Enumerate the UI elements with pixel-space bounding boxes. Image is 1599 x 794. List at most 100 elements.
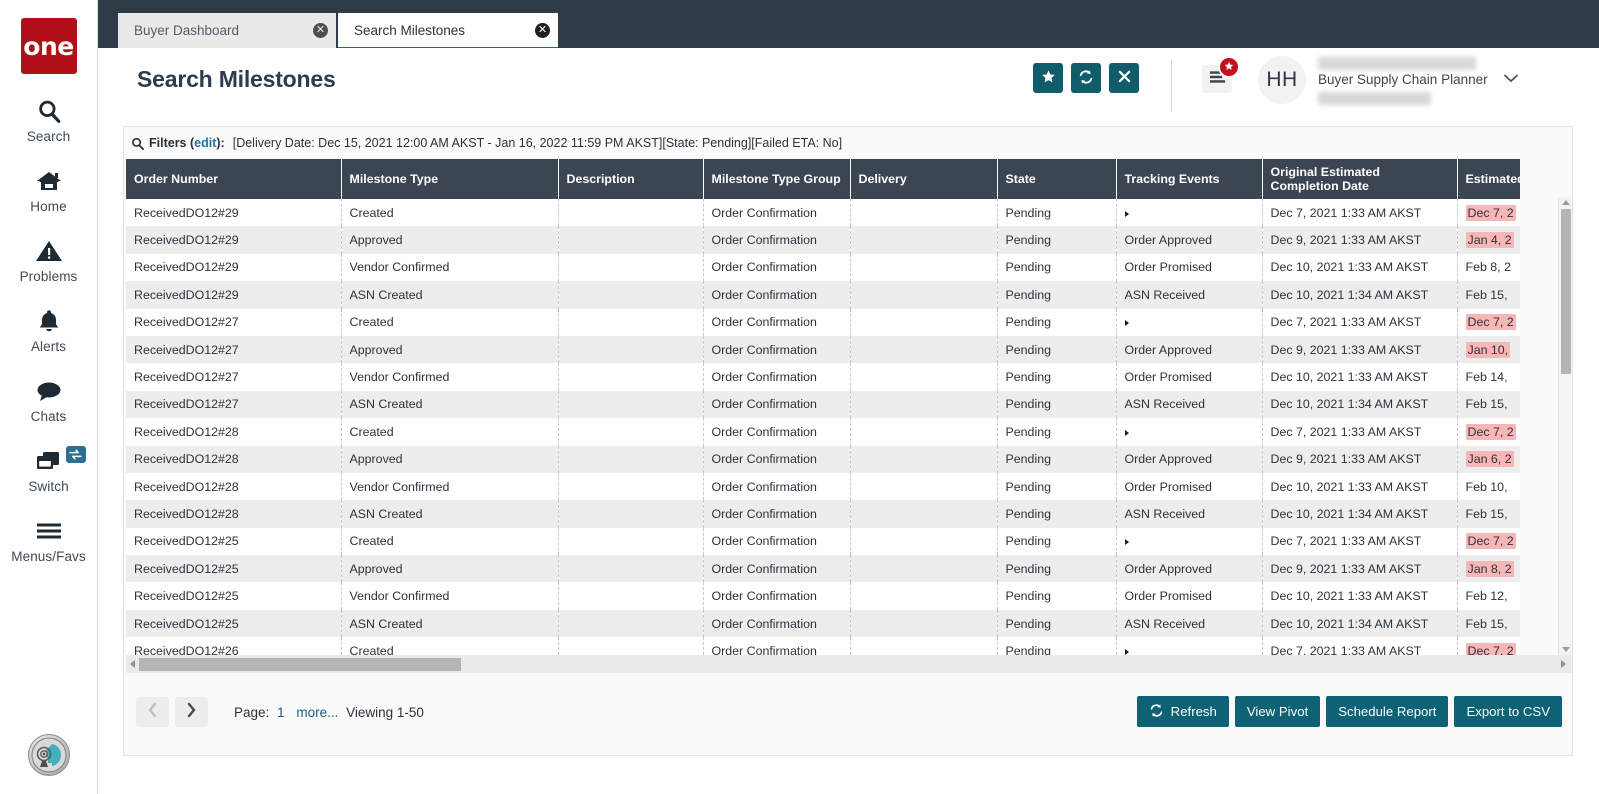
cell-order_number[interactable]: ReceivedDO12#29: [126, 226, 341, 253]
sidebar-item-switch[interactable]: Switch: [0, 446, 98, 494]
refresh-button[interactable]: [1071, 63, 1101, 93]
table-row[interactable]: ReceivedDO12#28ASN CreatedOrder Confirma…: [126, 500, 1520, 527]
cell-milestone_type[interactable]: ASN Created: [341, 391, 558, 418]
cell-order_number[interactable]: ReceivedDO12#29: [126, 199, 341, 226]
sidebar-item-menus-favs[interactable]: Menus/Favs: [0, 516, 98, 564]
grid-vertical-scrollbar[interactable]: [1558, 197, 1572, 655]
cell-order_number[interactable]: ReceivedDO12#29: [126, 254, 341, 281]
cell-order_number[interactable]: ReceivedDO12#27: [126, 363, 341, 390]
cell-order_number[interactable]: ReceivedDO12#28: [126, 500, 341, 527]
view-pivot-button[interactable]: View Pivot: [1235, 696, 1320, 727]
table-row[interactable]: ReceivedDO12#28CreatedOrder Confirmation…: [126, 418, 1520, 445]
favorite-button[interactable]: [1033, 63, 1063, 93]
page-number[interactable]: 1: [277, 705, 285, 720]
cell-milestone_type[interactable]: Created: [341, 418, 558, 445]
table-row[interactable]: ReceivedDO12#29CreatedOrder Confirmation…: [126, 199, 1520, 226]
cell-milestone_type[interactable]: Vendor Confirmed: [341, 582, 558, 609]
expand-caret-icon[interactable]: [1125, 430, 1129, 436]
cell-order_number[interactable]: ReceivedDO12#27: [126, 336, 341, 363]
cell-order_number[interactable]: ReceivedDO12#28: [126, 446, 341, 473]
sidebar-item-home[interactable]: Home: [0, 166, 98, 214]
vertical-scroll-thumb[interactable]: [1561, 209, 1571, 374]
schedule-report-button[interactable]: Schedule Report: [1326, 696, 1448, 727]
cell-order_number[interactable]: ReceivedDO12#28: [126, 473, 341, 500]
table-row[interactable]: ReceivedDO12#25CreatedOrder Confirmation…: [126, 528, 1520, 555]
horizontal-scroll-thumb[interactable]: [139, 658, 461, 671]
table-row[interactable]: ReceivedDO12#25ApprovedOrder Confirmatio…: [126, 555, 1520, 582]
table-row[interactable]: ReceivedDO12#28ApprovedOrder Confirmatio…: [126, 446, 1520, 473]
cell-order_number[interactable]: ReceivedDO12#25: [126, 528, 341, 555]
cell-order_number[interactable]: ReceivedDO12#27: [126, 391, 341, 418]
cell-milestone_type[interactable]: Created: [341, 199, 558, 226]
scroll-left-arrow-icon[interactable]: [130, 660, 135, 668]
cell-order_number[interactable]: ReceivedDO12#29: [126, 281, 341, 308]
grid-horizontal-scrollbar[interactable]: [126, 655, 1572, 673]
table-row[interactable]: ReceivedDO12#27Vendor ConfirmedOrder Con…: [126, 363, 1520, 390]
cell-order_number[interactable]: ReceivedDO12#26: [126, 637, 341, 655]
cell-milestone_type[interactable]: Vendor Confirmed: [341, 254, 558, 281]
column-header-description[interactable]: Description: [558, 159, 703, 199]
cell-milestone_type[interactable]: Approved: [341, 336, 558, 363]
cell-milestone_type[interactable]: ASN Created: [341, 281, 558, 308]
cell-milestone_type[interactable]: Approved: [341, 446, 558, 473]
tab-search-milestones[interactable]: Search Milestones ✕: [338, 13, 558, 50]
column-header-delivery[interactable]: Delivery: [850, 159, 997, 199]
avatar[interactable]: HH: [1258, 56, 1306, 104]
table-row[interactable]: ReceivedDO12#25Vendor ConfirmedOrder Con…: [126, 582, 1520, 609]
prev-page-button[interactable]: [136, 697, 169, 727]
close-circle-icon[interactable]: ✕: [535, 23, 550, 38]
table-row[interactable]: ReceivedDO12#26CreatedOrder Confirmation…: [126, 637, 1520, 655]
table-row[interactable]: ReceivedDO12#27ApprovedOrder Confirmatio…: [126, 336, 1520, 363]
sidebar-item-chats[interactable]: Chats: [0, 376, 98, 424]
expand-caret-icon[interactable]: [1125, 539, 1129, 545]
close-circle-icon[interactable]: ✕: [313, 23, 328, 38]
column-header-tracking[interactable]: Tracking Events: [1116, 159, 1262, 199]
expand-caret-icon[interactable]: [1125, 211, 1129, 217]
table-row[interactable]: ReceivedDO12#27CreatedOrder Confirmation…: [126, 309, 1520, 336]
scroll-down-arrow-icon[interactable]: [1562, 647, 1570, 652]
table-row[interactable]: ReceivedDO12#25ASN CreatedOrder Confirma…: [126, 610, 1520, 637]
table-row[interactable]: ReceivedDO12#29ApprovedOrder Confirmatio…: [126, 226, 1520, 253]
ai-assistant-avatar-icon[interactable]: [28, 734, 70, 776]
column-header-state[interactable]: State: [997, 159, 1116, 199]
column-header-est[interactable]: Estimated: [1457, 159, 1520, 199]
cell-milestone_type[interactable]: Approved: [341, 226, 558, 253]
user-menu-dropdown[interactable]: [1497, 66, 1525, 94]
next-page-button[interactable]: [175, 697, 208, 727]
filters-edit-link[interactable]: edit: [194, 136, 216, 150]
table-row[interactable]: ReceivedDO12#29Vendor ConfirmedOrder Con…: [126, 254, 1520, 281]
swap-arrows-icon[interactable]: [66, 446, 86, 463]
menu-favorite-badge[interactable]: [1218, 56, 1240, 78]
export-to-csv-button[interactable]: Export to CSV: [1454, 696, 1562, 727]
cell-order_number[interactable]: ReceivedDO12#28: [126, 418, 341, 445]
cell-milestone_type[interactable]: Created: [341, 528, 558, 555]
tab-buyer-dashboard[interactable]: Buyer Dashboard ✕: [118, 13, 336, 48]
cell-milestone_type[interactable]: Approved: [341, 555, 558, 582]
table-row[interactable]: ReceivedDO12#27ASN CreatedOrder Confirma…: [126, 391, 1520, 418]
cell-milestone_type[interactable]: Vendor Confirmed: [341, 363, 558, 390]
scroll-right-arrow-icon[interactable]: [1561, 660, 1566, 668]
cell-milestone_type[interactable]: ASN Created: [341, 610, 558, 637]
cell-milestone_type[interactable]: Vendor Confirmed: [341, 473, 558, 500]
sidebar-item-problems[interactable]: Problems: [0, 236, 98, 284]
cell-milestone_type[interactable]: Created: [341, 637, 558, 655]
refresh-button[interactable]: Refresh: [1137, 696, 1229, 727]
column-header-group[interactable]: Milestone Type Group: [703, 159, 850, 199]
more-pages-link[interactable]: more...: [296, 705, 338, 720]
column-header-order_number[interactable]: Order Number: [126, 159, 341, 199]
table-row[interactable]: ReceivedDO12#28Vendor ConfirmedOrder Con…: [126, 473, 1520, 500]
scroll-up-arrow-icon[interactable]: [1562, 200, 1570, 205]
sidebar-item-alerts[interactable]: Alerts: [0, 306, 98, 354]
brand-logo[interactable]: one: [21, 18, 77, 74]
expand-caret-icon[interactable]: [1125, 320, 1129, 326]
cell-order_number[interactable]: ReceivedDO12#25: [126, 582, 341, 609]
close-button[interactable]: [1109, 63, 1139, 93]
cell-milestone_type[interactable]: ASN Created: [341, 500, 558, 527]
cell-order_number[interactable]: ReceivedDO12#27: [126, 309, 341, 336]
cell-order_number[interactable]: ReceivedDO12#25: [126, 610, 341, 637]
table-row[interactable]: ReceivedDO12#29ASN CreatedOrder Confirma…: [126, 281, 1520, 308]
cell-milestone_type[interactable]: Created: [341, 309, 558, 336]
cell-order_number[interactable]: ReceivedDO12#25: [126, 555, 341, 582]
sidebar-item-search[interactable]: Search: [0, 96, 98, 144]
column-header-milestone_type[interactable]: Milestone Type: [341, 159, 558, 199]
